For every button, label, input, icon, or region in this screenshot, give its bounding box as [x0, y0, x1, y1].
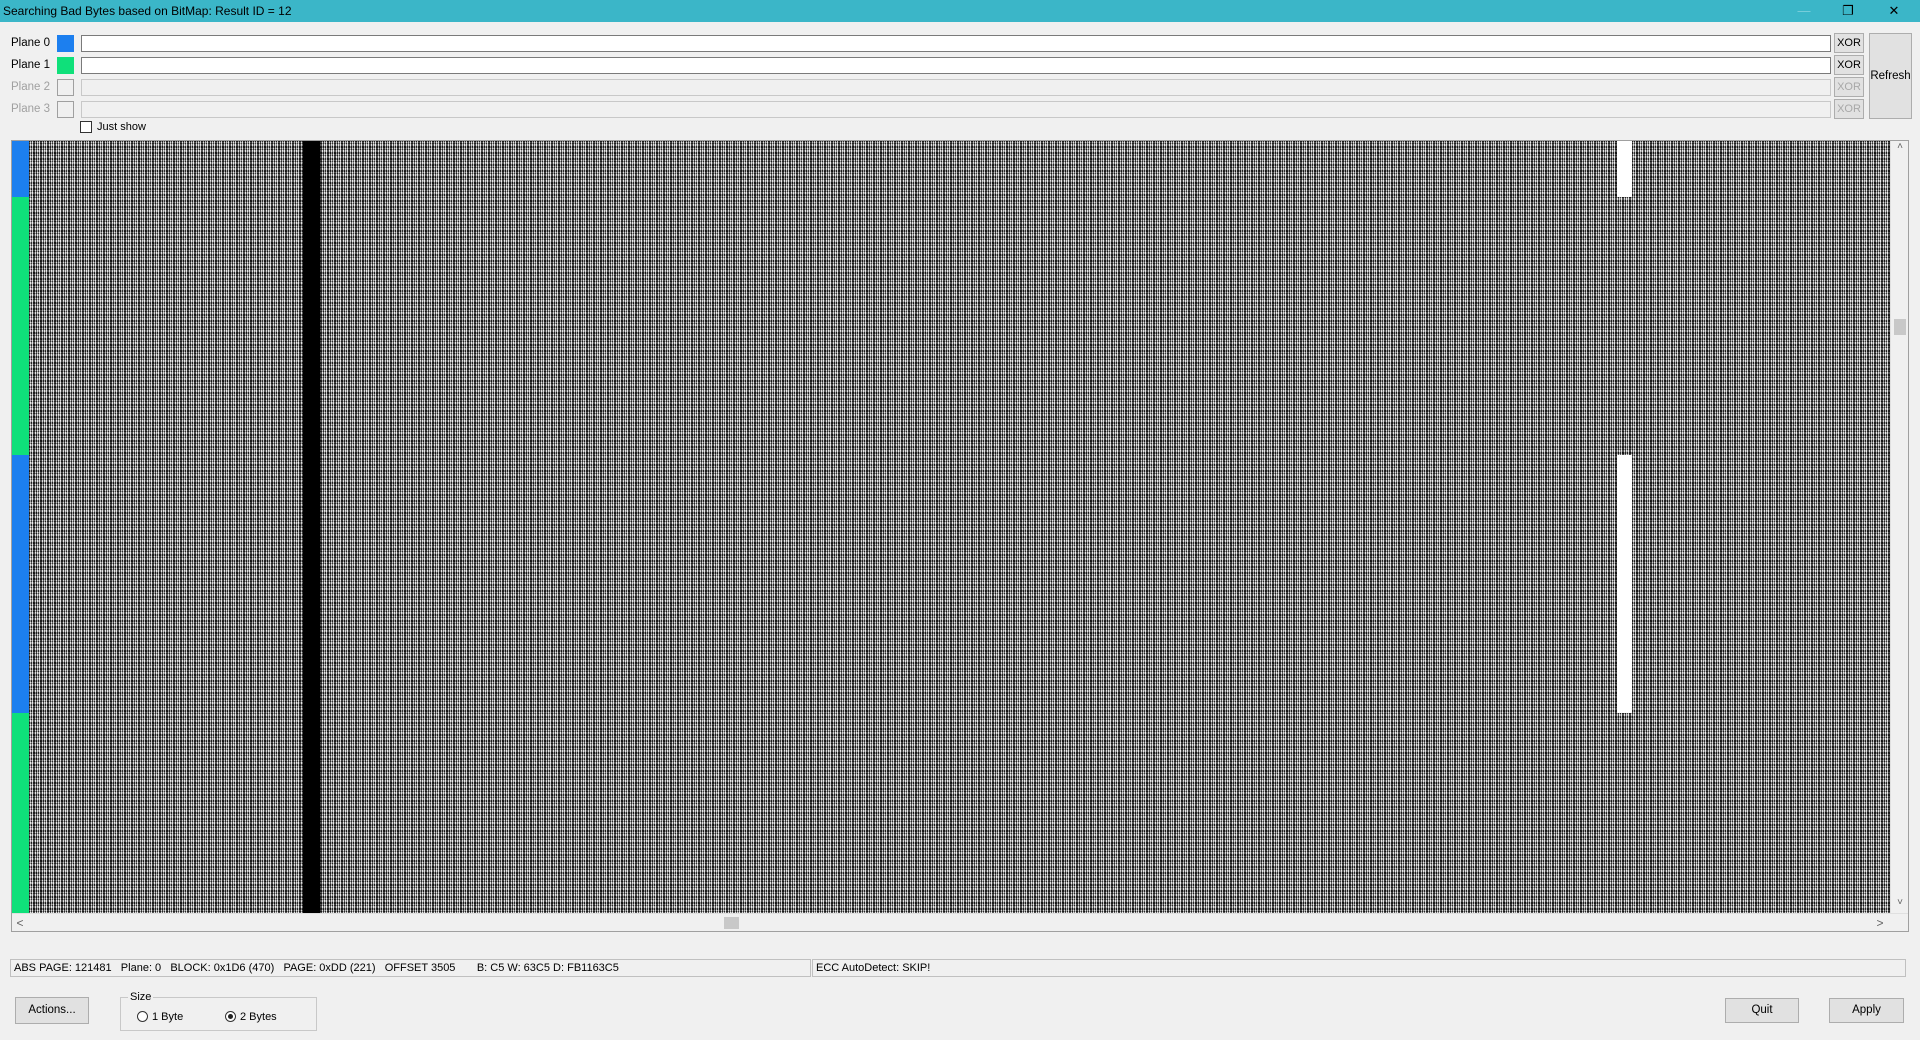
- plane-1-xor-button[interactable]: XOR: [1834, 55, 1864, 75]
- actions-button[interactable]: Actions...: [15, 997, 89, 1024]
- horizontal-scrollbar[interactable]: < >: [12, 913, 1908, 931]
- plane-label: Plane 3: [11, 103, 51, 115]
- plane-strip-segment: [12, 197, 29, 455]
- plane-row-0: Plane 0 XOR: [0, 33, 1920, 53]
- size-legend: Size: [128, 991, 154, 1003]
- plane-label: Plane 2: [11, 81, 51, 93]
- plane-label: Plane 0: [11, 37, 51, 49]
- scroll-right-icon[interactable]: >: [1872, 915, 1888, 931]
- plane-row-3: Plane 3 XOR: [0, 99, 1920, 119]
- plane-color-swatch[interactable]: [57, 57, 74, 74]
- radio-label: 2 Bytes: [240, 1011, 277, 1023]
- status-position: ABS PAGE: 121481 Plane: 0 BLOCK: 0x1D6 (…: [10, 959, 811, 977]
- minimize-icon[interactable]: —: [1782, 0, 1826, 22]
- radio-label: 1 Byte: [152, 1011, 184, 1023]
- plane-color-swatch[interactable]: [57, 35, 74, 52]
- size-group: Size 1 Byte 2 Bytes: [120, 991, 317, 1031]
- bad-column-white: [1617, 455, 1632, 713]
- plane-3-field: [81, 101, 1831, 118]
- plane-2-field: [81, 79, 1831, 96]
- plane-3-xor-button: XOR: [1834, 99, 1864, 119]
- title-bar: Searching Bad Bytes based on BitMap: Res…: [0, 0, 1920, 22]
- close-icon[interactable]: ✕: [1872, 0, 1916, 22]
- plane-strip-segment: [12, 141, 29, 197]
- plane-color-swatch: [57, 101, 74, 118]
- plane-1-field[interactable]: [81, 57, 1831, 74]
- radio-icon[interactable]: [137, 1011, 148, 1022]
- just-show-checkbox[interactable]: [80, 121, 92, 133]
- horizontal-scroll-thumb[interactable]: [724, 917, 739, 929]
- plane-0-xor-button[interactable]: XOR: [1834, 33, 1864, 53]
- vertical-scrollbar[interactable]: ˄ ˅: [1890, 141, 1908, 913]
- plane-color-swatch: [57, 79, 74, 96]
- bitmap-viewer[interactable]: ˄ ˅ < >: [11, 140, 1909, 932]
- plane-row-2: Plane 2 XOR: [0, 77, 1920, 97]
- plane-strip-segment: [12, 455, 29, 713]
- bad-column-black: [303, 141, 320, 913]
- refresh-button[interactable]: Refresh: [1869, 33, 1912, 119]
- status-ecc: ECC AutoDetect: SKIP!: [812, 959, 1906, 977]
- window-title: Searching Bad Bytes based on BitMap: Res…: [3, 4, 292, 18]
- maximize-icon[interactable]: ❐: [1826, 0, 1870, 22]
- quit-button[interactable]: Quit: [1725, 998, 1799, 1023]
- plane-label: Plane 1: [11, 59, 51, 71]
- scroll-up-icon[interactable]: ˄: [1891, 141, 1908, 157]
- vertical-scroll-thumb[interactable]: [1894, 319, 1906, 335]
- bad-column-white: [1617, 141, 1632, 197]
- radio-icon[interactable]: [225, 1011, 236, 1022]
- plane-2-xor-button: XOR: [1834, 77, 1864, 97]
- plane-0-field[interactable]: [81, 35, 1831, 52]
- just-show-label: Just show: [97, 121, 146, 133]
- plane-row-1: Plane 1 XOR: [0, 55, 1920, 75]
- plane-strip-segment: [12, 713, 29, 913]
- apply-button[interactable]: Apply: [1829, 998, 1904, 1023]
- scroll-down-icon[interactable]: ˅: [1891, 897, 1908, 913]
- bitmap-canvas[interactable]: [29, 141, 1902, 913]
- scroll-left-icon[interactable]: <: [12, 915, 28, 931]
